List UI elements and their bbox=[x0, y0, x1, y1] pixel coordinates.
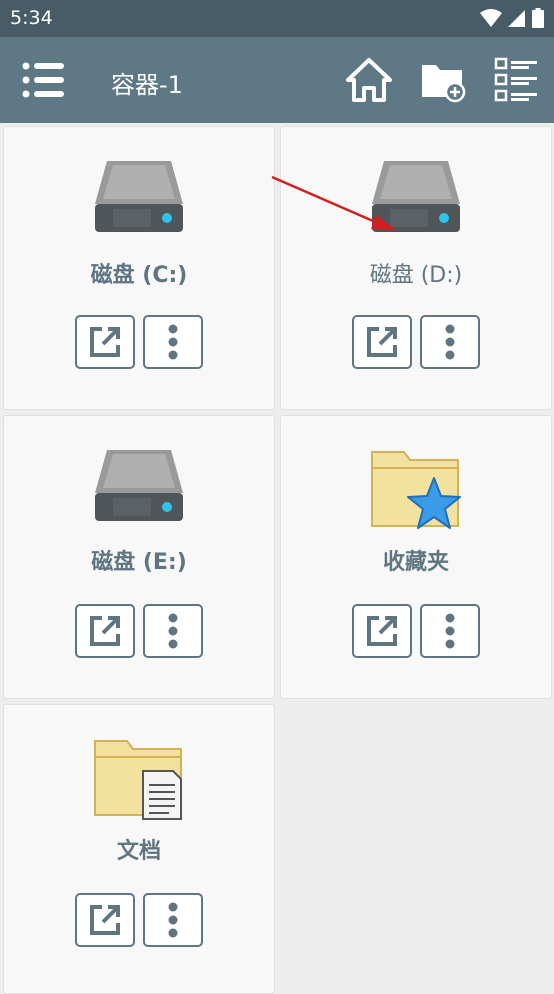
external-link-icon bbox=[90, 905, 120, 935]
signal-icon bbox=[508, 10, 525, 27]
home-icon[interactable] bbox=[346, 57, 392, 103]
status-time: 5:34 bbox=[10, 7, 53, 29]
drive-icon bbox=[95, 450, 183, 521]
more-vertical-icon bbox=[168, 613, 178, 649]
external-link-icon bbox=[367, 616, 397, 646]
more-vertical-icon bbox=[445, 324, 455, 360]
more-options-button[interactable] bbox=[143, 893, 203, 947]
battery-icon bbox=[532, 8, 544, 28]
status-icons bbox=[480, 8, 544, 28]
item-label: 磁盘 (C:) bbox=[90, 263, 188, 288]
more-options-button[interactable] bbox=[420, 315, 480, 369]
more-vertical-icon bbox=[168, 324, 178, 360]
external-link-icon bbox=[90, 327, 120, 357]
wifi-icon bbox=[480, 9, 502, 27]
drive-d-card[interactable]: 磁盘 (D:) bbox=[280, 126, 552, 410]
page-title: 容器-1 bbox=[111, 71, 183, 99]
favorites-card[interactable]: 收藏夹 bbox=[280, 415, 552, 699]
item-label: 磁盘 (D:) bbox=[369, 263, 463, 288]
item-label: 文档 bbox=[116, 839, 161, 864]
drive-icon bbox=[372, 161, 460, 232]
open-button[interactable] bbox=[75, 893, 135, 947]
drive-e-card[interactable]: 磁盘 (E:) bbox=[3, 415, 275, 699]
drive-c-card[interactable]: 磁盘 (C:) bbox=[3, 126, 275, 410]
more-vertical-icon bbox=[445, 613, 455, 649]
menu-icon[interactable] bbox=[22, 61, 66, 99]
item-label: 收藏夹 bbox=[382, 550, 449, 575]
app-toolbar: 容器-1 bbox=[0, 37, 554, 123]
more-options-button[interactable] bbox=[143, 315, 203, 369]
item-label: 磁盘 (E:) bbox=[91, 550, 187, 575]
external-link-icon bbox=[90, 616, 120, 646]
new-folder-icon[interactable] bbox=[420, 57, 466, 103]
more-options-button[interactable] bbox=[420, 604, 480, 658]
more-options-button[interactable] bbox=[143, 604, 203, 658]
status-bar: 5:34 bbox=[0, 0, 554, 37]
open-button[interactable] bbox=[75, 315, 135, 369]
drive-icon bbox=[95, 161, 183, 232]
open-button[interactable] bbox=[352, 604, 412, 658]
list-view-icon[interactable] bbox=[494, 57, 540, 103]
open-button[interactable] bbox=[75, 604, 135, 658]
more-vertical-icon bbox=[168, 902, 178, 938]
external-link-icon bbox=[367, 327, 397, 357]
documents-card[interactable]: 文档 bbox=[3, 704, 275, 994]
favorites-folder-icon bbox=[371, 451, 461, 529]
documents-folder-icon bbox=[94, 740, 182, 820]
open-button[interactable] bbox=[352, 315, 412, 369]
